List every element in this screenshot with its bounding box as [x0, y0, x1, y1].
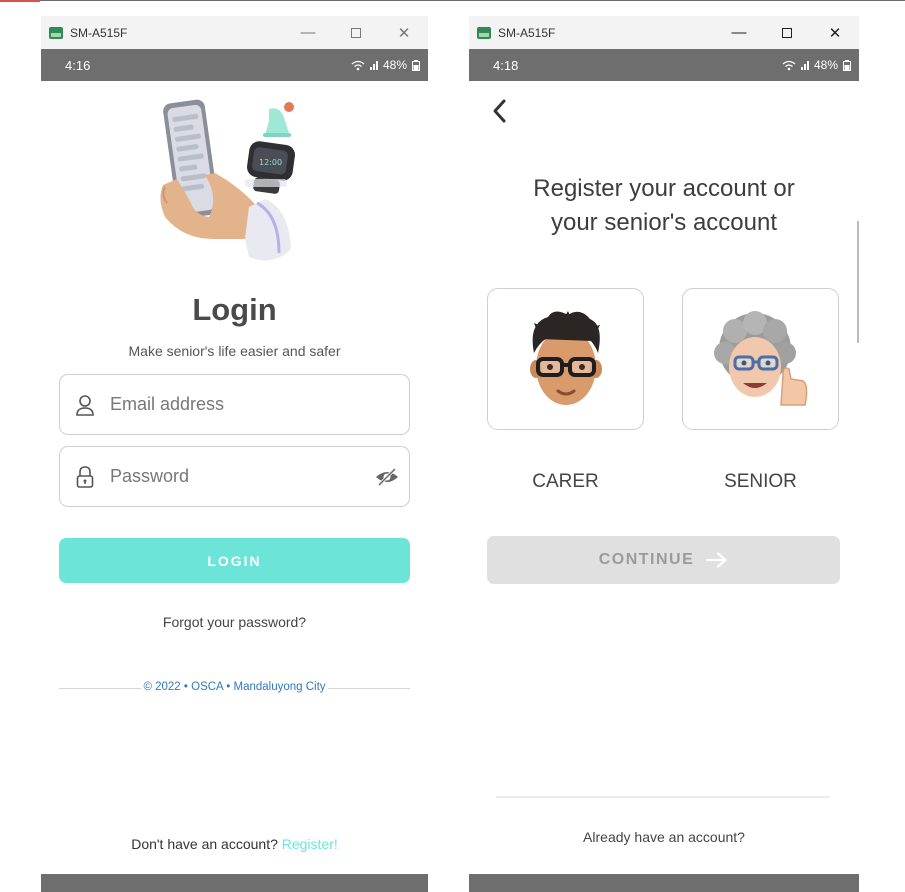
battery-percent: 48% — [813, 58, 838, 72]
status-time: 4:18 — [493, 57, 519, 73]
senior-avatar — [713, 311, 807, 406]
app-icon — [477, 26, 491, 39]
minimize-button[interactable]: — — [715, 16, 763, 49]
signal-icon — [369, 60, 378, 70]
wifi-icon — [782, 60, 796, 70]
user-icon — [74, 393, 96, 417]
password-placeholder: Password — [110, 466, 190, 486]
window-titlebar[interactable]: SM-A515F — ✕ — [41, 16, 428, 49]
maximize-button[interactable] — [763, 16, 811, 49]
battery-percent: 48% — [382, 58, 407, 72]
window-controls: — ✕ — [284, 16, 428, 49]
register-title-line1: Register your account or — [533, 175, 795, 202]
no-account-text: Don't have an account? — [131, 836, 278, 852]
carer-avatar — [529, 311, 602, 405]
window-title: SM-A515F — [70, 25, 128, 40]
status-indicators: 48% — [782, 58, 851, 72]
senior-label[interactable]: SENIOR — [682, 471, 839, 493]
left-emulator-window: SM-A515F — ✕ 4:16 48% 12:00 Login Make s… — [41, 16, 428, 892]
top-border — [0, 0, 905, 1]
bottom-divider — [496, 796, 830, 798]
window-titlebar[interactable]: SM-A515F — ✕ — [469, 16, 859, 49]
back-arrow-icon[interactable] — [491, 98, 507, 124]
battery-icon — [843, 59, 851, 71]
register-title: Register your account or your senior's a… — [469, 172, 859, 240]
window-controls: — ✕ — [715, 16, 859, 49]
window-title: SM-A515F — [498, 25, 556, 40]
maximize-icon — [782, 27, 792, 38]
app-icon — [49, 26, 63, 39]
continue-button[interactable]: CONTINUE — [487, 536, 840, 584]
right-emulator-window: SM-A515F — ✕ 4:18 48% Register your acco… — [469, 16, 859, 892]
have-account-link[interactable]: Already have an account? — [469, 829, 859, 845]
hand-phone-illustration: 12:00 — [160, 99, 295, 261]
continue-label: CONTINUE — [598, 551, 695, 568]
register-title-line2: your senior's account — [550, 209, 778, 236]
battery-icon — [412, 59, 420, 71]
phone-status-bar: 4:18 48% — [469, 49, 859, 81]
no-account-prompt: Don't have an account? Register! — [41, 836, 428, 852]
signal-icon — [800, 60, 809, 70]
email-placeholder: Email address — [110, 394, 225, 414]
login-subtitle: Make senior's life easier and safer — [128, 343, 341, 359]
copyright-label: © 2022 • OSCA • Mandaluyong City — [141, 681, 328, 693]
password-field[interactable]: Password — [59, 446, 410, 507]
email-field[interactable]: Email address — [59, 374, 410, 435]
copyright-text: © 2022 • OSCA • Mandaluyong City — [41, 681, 428, 693]
eye-off-icon[interactable] — [375, 467, 399, 487]
maximize-icon — [351, 27, 361, 38]
close-button[interactable]: ✕ — [380, 16, 428, 49]
status-time: 4:16 — [65, 57, 91, 73]
scroll-indicator[interactable] — [857, 221, 859, 343]
maximize-button[interactable] — [332, 16, 380, 49]
close-button[interactable]: ✕ — [811, 16, 859, 49]
desktop: SM-A515F — ✕ 4:16 48% 12:00 Login Make s… — [0, 0, 905, 892]
arrow-right-icon — [706, 552, 727, 568]
wifi-icon — [351, 60, 365, 70]
login-button[interactable]: LOGIN — [59, 538, 410, 583]
top-accent-mark — [0, 0, 40, 2]
login-title: Login — [192, 292, 277, 327]
register-link[interactable]: Register! — [282, 836, 338, 852]
minimize-button[interactable]: — — [284, 16, 332, 49]
status-indicators: 48% — [351, 58, 420, 72]
carer-option-card[interactable] — [487, 288, 644, 430]
senior-option-card[interactable] — [682, 288, 839, 430]
forgot-password-link[interactable]: Forgot your password? — [41, 614, 428, 630]
lock-icon — [74, 465, 96, 489]
phone-nav-bar — [41, 874, 428, 892]
svg-text:12:00: 12:00 — [259, 158, 282, 167]
carer-label[interactable]: CARER — [487, 471, 644, 493]
phone-nav-bar — [469, 874, 859, 892]
phone-status-bar: 4:16 48% — [41, 49, 428, 81]
